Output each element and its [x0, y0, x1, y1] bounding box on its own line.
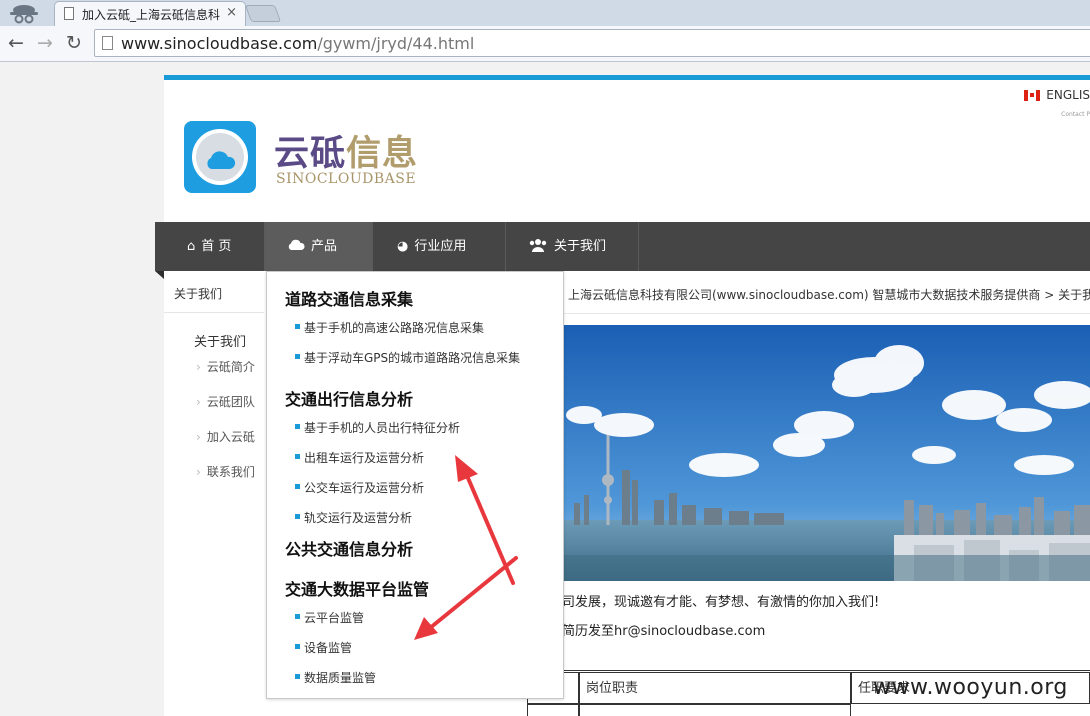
chevron-right-icon: › [196, 430, 201, 444]
browser-tab-strip: 加入云砥_上海云砥信息科 × [0, 0, 1090, 26]
cloud-icon [288, 239, 305, 250]
home-icon: ⌂ [187, 239, 196, 254]
brand-name: 云砥信息 [274, 134, 419, 174]
resume-email[interactable]: 简历发至hr@sinocloudbase.com [562, 620, 765, 639]
dropdown-item[interactable]: 基于手机的人员出行特征分析 [294, 419, 460, 436]
dropdown-item[interactable]: 轨交运行及运营分析 [294, 509, 412, 526]
dropdown-item[interactable]: 基于手机的高速公路路况信息采集 [294, 319, 484, 336]
contact-link[interactable]: Contact P [1061, 111, 1090, 118]
reload-icon[interactable]: ↻ [66, 32, 82, 54]
dropdown-item[interactable]: 云平台监管 [294, 609, 364, 626]
globe-icon: ◕ [397, 239, 409, 254]
products-dropdown: 道路交通信息采集 基于手机的高速公路路况信息采集 基于浮动车GPS的城市道路路况… [266, 271, 564, 699]
dropdown-item[interactable]: 设备监管 [294, 639, 352, 656]
back-icon[interactable]: ← [8, 32, 24, 54]
url-text[interactable]: www.sinocloudbase.com/gywm/jryd/44.html [121, 34, 474, 53]
table-cell [579, 704, 851, 716]
sidebar-item[interactable]: › 云砥团队 [196, 393, 255, 410]
main-nav: ⌂ 首 页 产品 ◕ 行业应用 关于我们 [155, 222, 1090, 271]
breadcrumb[interactable]: 上海云砥信息科技有限公司(www.sinocloudbase.com) 智慧城市… [568, 286, 1090, 303]
dropdown-category[interactable]: 交通大数据平台监管 [285, 576, 429, 600]
sidebar-title: 关于我们 [164, 272, 264, 313]
chevron-right-icon: › [196, 465, 201, 479]
hero-image [564, 325, 1090, 581]
incognito-icon [10, 5, 38, 24]
browser-toolbar: ← → ↻ www.sinocloudbase.com/gywm/jryd/44… [0, 26, 1090, 62]
dropdown-category[interactable]: 道路交通信息采集 [285, 286, 413, 310]
sidebar-item[interactable]: › 云砥简介 [196, 358, 255, 375]
cloud-icon [207, 151, 236, 169]
table-cell [527, 704, 579, 716]
language-switch[interactable]: ENGLIS [1024, 88, 1090, 102]
table-header-duty: 岗位职责 [579, 672, 851, 704]
nav-about[interactable]: 关于我们 [506, 222, 639, 271]
watermark: www.wooyun.org [873, 675, 1068, 700]
browser-tab[interactable]: 加入云砥_上海云砥信息科 × [54, 1, 246, 26]
nav-home[interactable]: ⌂ 首 页 [155, 222, 265, 271]
recruit-text: 司发展，现诚邀有才能、有梦想、有激情的你加入我们! [562, 595, 880, 610]
dropdown-item[interactable]: 基于浮动车GPS的城市道路路况信息采集 [294, 349, 520, 366]
chevron-right-icon: › [196, 360, 201, 374]
sidebar-heading: 关于我们 [194, 335, 247, 350]
nav-products[interactable]: 产品 [265, 222, 373, 271]
nav-industry[interactable]: ◕ 行业应用 [373, 222, 506, 271]
brand-english: SINOCLOUDBASE [276, 171, 417, 187]
table-border [527, 670, 1090, 671]
dropdown-item[interactable]: 公交车运行及运营分析 [294, 479, 424, 496]
tab-title: 加入云砥_上海云砥信息科 [82, 8, 221, 22]
page-icon [64, 7, 74, 20]
chevron-right-icon: › [196, 395, 201, 409]
logo[interactable] [184, 121, 256, 193]
close-icon[interactable]: × [226, 5, 237, 20]
nav-fold [155, 271, 164, 279]
dropdown-item[interactable]: 出租车运行及运营分析 [294, 449, 424, 466]
page-icon [102, 36, 113, 50]
forward-icon[interactable]: → [37, 32, 53, 54]
new-tab-button[interactable] [244, 5, 282, 22]
users-icon [529, 239, 547, 252]
sidebar-item[interactable]: › 加入云砥 [196, 428, 255, 445]
accent-bar [164, 75, 1090, 80]
dropdown-category[interactable]: 交通出行信息分析 [285, 386, 413, 410]
address-bar[interactable]: www.sinocloudbase.com/gywm/jryd/44.html [94, 29, 1090, 57]
canada-flag-icon [1024, 90, 1041, 101]
sidebar-item[interactable]: › 联系我们 [196, 463, 255, 480]
dropdown-category[interactable]: 公共交通信息分析 [285, 536, 413, 560]
dropdown-item[interactable]: 数据质量监管 [294, 669, 376, 686]
